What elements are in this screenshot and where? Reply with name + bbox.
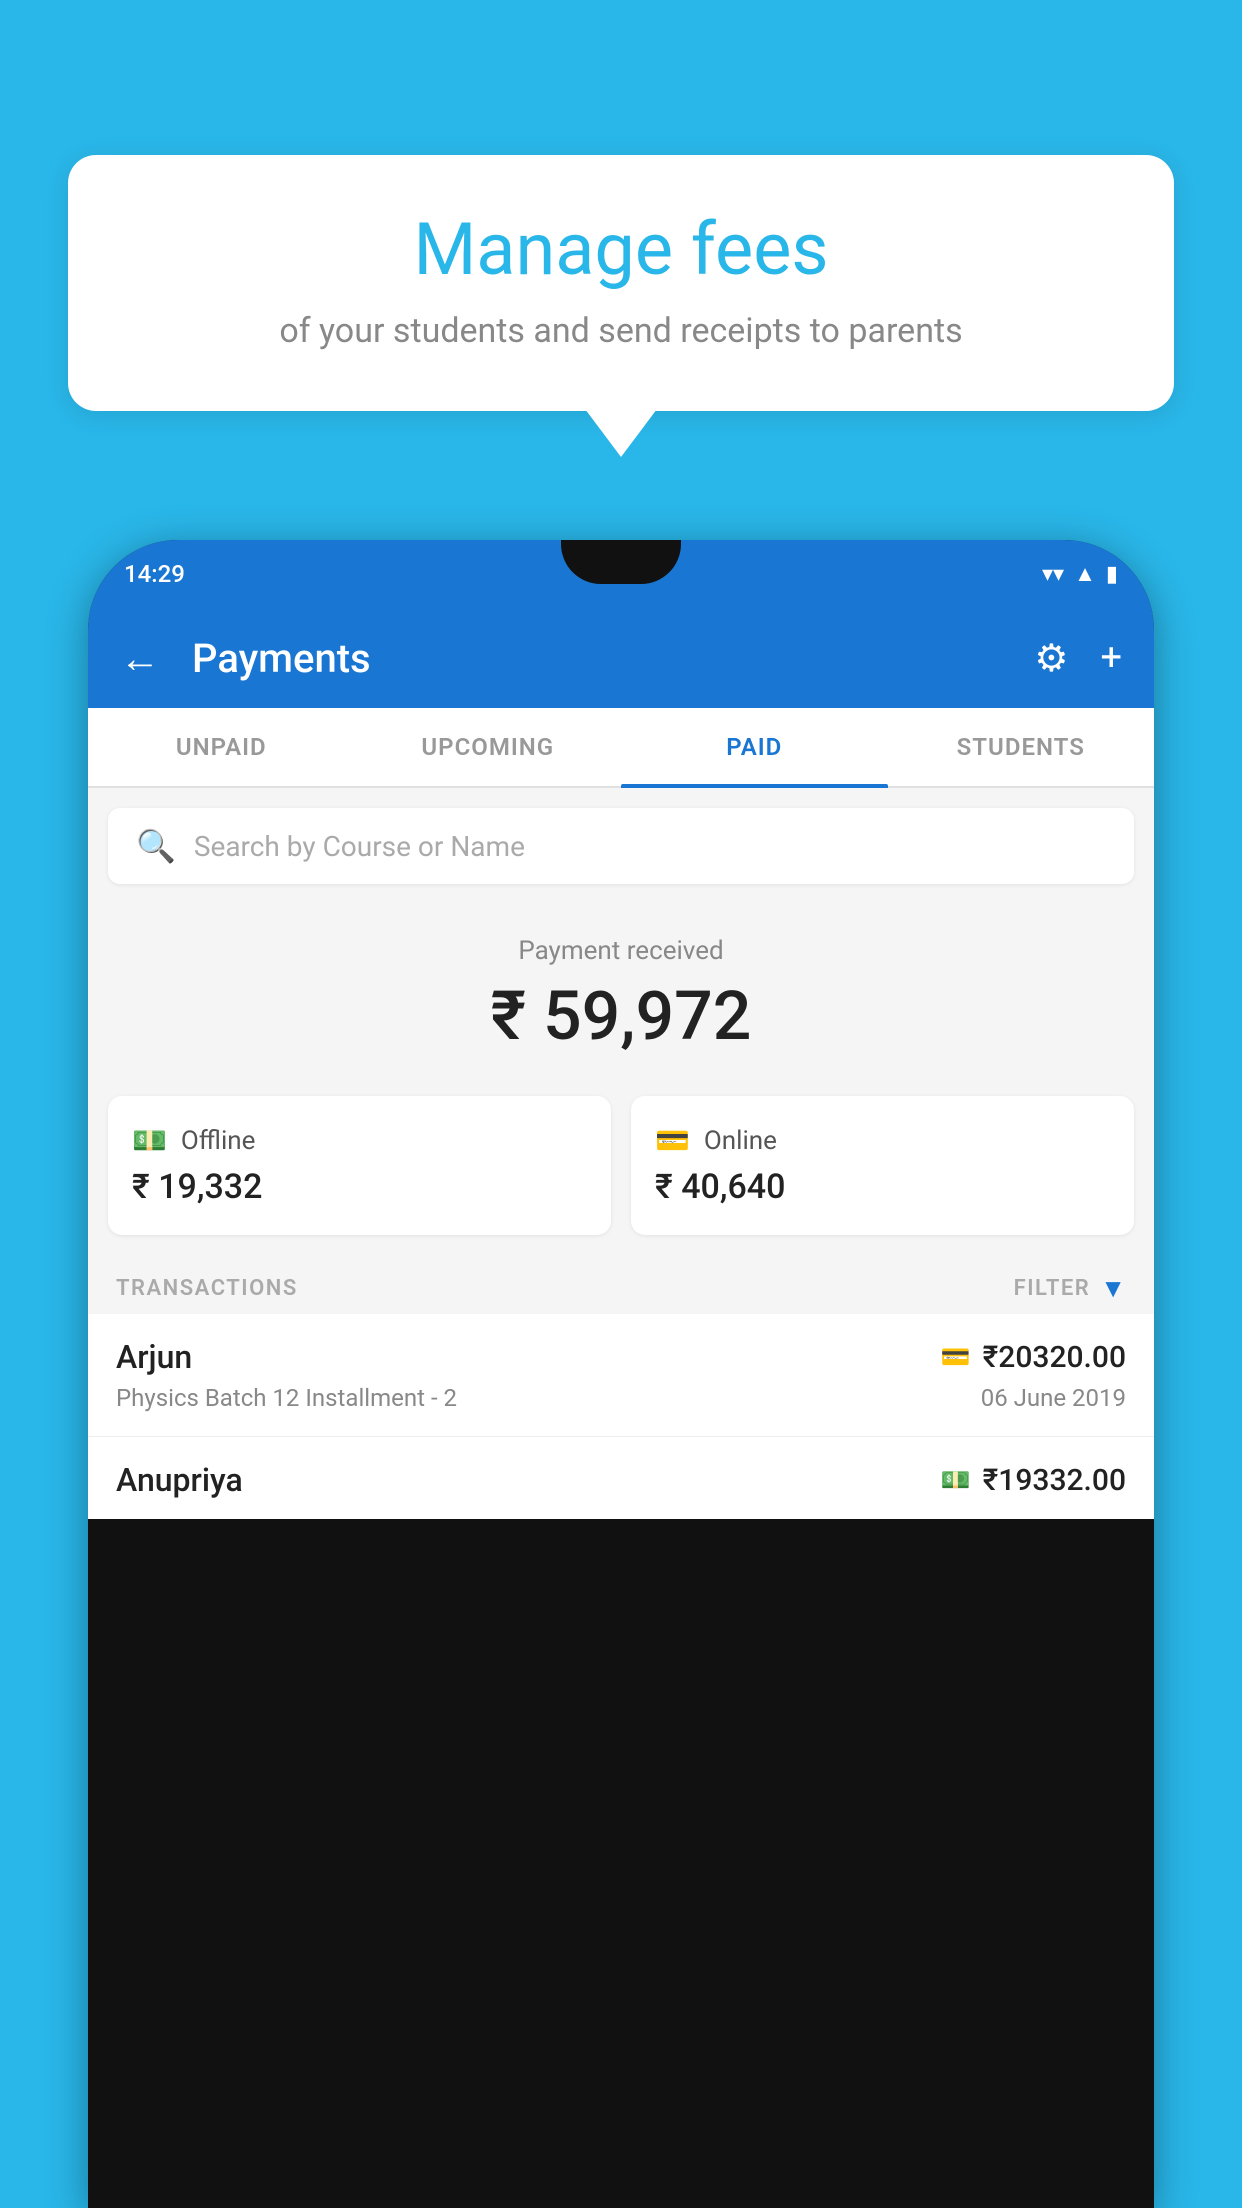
payment-received-label: Payment received xyxy=(108,936,1134,966)
offline-label: Offline xyxy=(181,1126,256,1156)
payment-total-amount: ₹ 59,972 xyxy=(108,976,1134,1056)
back-button[interactable]: ← xyxy=(120,635,160,682)
online-amount: ₹ 40,640 xyxy=(655,1167,1110,1207)
signal-icon: ▲ xyxy=(1074,561,1096,587)
app-body: 🔍 Search by Course or Name Payment recei… xyxy=(88,788,1154,1519)
filter-label: FILTER xyxy=(1014,1276,1091,1301)
tab-students[interactable]: STUDENTS xyxy=(888,708,1155,786)
tab-paid[interactable]: PAID xyxy=(621,708,888,786)
wifi-icon: ▾▾ xyxy=(1042,562,1064,587)
online-icon: 💳 xyxy=(655,1124,690,1157)
notch xyxy=(561,540,681,584)
search-placeholder: Search by Course or Name xyxy=(194,830,525,863)
transaction-name: Arjun xyxy=(116,1338,192,1376)
card-payment-icon: 💳 xyxy=(941,1343,971,1371)
header-title: Payments xyxy=(192,635,1010,682)
search-icon: 🔍 xyxy=(136,827,176,865)
transaction-row[interactable]: Anupriya 💵 ₹19332.00 xyxy=(88,1437,1154,1519)
header-icons: ⚙ + xyxy=(1034,636,1122,681)
tab-upcoming[interactable]: UPCOMING xyxy=(355,708,622,786)
cards-row: 💵 Offline ₹ 19,332 💳 Online ₹ 40,640 xyxy=(108,1096,1134,1235)
tab-unpaid[interactable]: UNPAID xyxy=(88,708,355,786)
battery-icon: ▮ xyxy=(1106,562,1118,587)
transaction-amount: ₹19332.00 xyxy=(983,1463,1126,1498)
app-header: ← Payments ⚙ + xyxy=(88,608,1154,708)
offline-amount: ₹ 19,332 xyxy=(132,1167,587,1207)
status-time: 14:29 xyxy=(124,560,185,588)
settings-icon[interactable]: ⚙ xyxy=(1034,636,1068,681)
transaction-date: 06 June 2019 xyxy=(981,1384,1126,1412)
add-icon[interactable]: + xyxy=(1100,636,1122,680)
tabs-bar: UNPAID UPCOMING PAID STUDENTS xyxy=(88,708,1154,788)
offline-card: 💵 Offline ₹ 19,332 xyxy=(108,1096,611,1235)
filter-icon: ▼ xyxy=(1100,1273,1126,1304)
cash-payment-icon: 💵 xyxy=(941,1466,971,1494)
transaction-amount: ₹20320.00 xyxy=(983,1340,1126,1375)
transactions-label: TRANSACTIONS xyxy=(116,1276,298,1301)
payment-summary: Payment received ₹ 59,972 xyxy=(88,904,1154,1076)
filter-section[interactable]: FILTER ▼ xyxy=(1014,1273,1126,1304)
transaction-right: 💵 ₹19332.00 xyxy=(941,1463,1126,1498)
tooltip-card: Manage fees of your students and send re… xyxy=(68,155,1174,411)
transaction-name: Anupriya xyxy=(116,1461,243,1499)
transaction-row[interactable]: Arjun 💳 ₹20320.00 Physics Batch 12 Insta… xyxy=(88,1314,1154,1437)
phone-frame: 14:29 ▾▾ ▲ ▮ ← Payments ⚙ + UNPAID UPCOM… xyxy=(88,540,1154,2208)
tooltip-subtitle: of your students and send receipts to pa… xyxy=(128,311,1114,351)
online-card: 💳 Online ₹ 40,640 xyxy=(631,1096,1134,1235)
transactions-header: TRANSACTIONS FILTER ▼ xyxy=(88,1255,1154,1314)
transaction-right: 💳 ₹20320.00 xyxy=(941,1340,1126,1375)
status-bar: 14:29 ▾▾ ▲ ▮ xyxy=(88,540,1154,608)
transaction-course: Physics Batch 12 Installment - 2 xyxy=(116,1384,457,1412)
status-icons: ▾▾ ▲ ▮ xyxy=(1042,561,1118,587)
online-label: Online xyxy=(704,1126,777,1156)
search-bar[interactable]: 🔍 Search by Course or Name xyxy=(108,808,1134,884)
tooltip-title: Manage fees xyxy=(128,210,1114,289)
offline-icon: 💵 xyxy=(132,1124,167,1157)
